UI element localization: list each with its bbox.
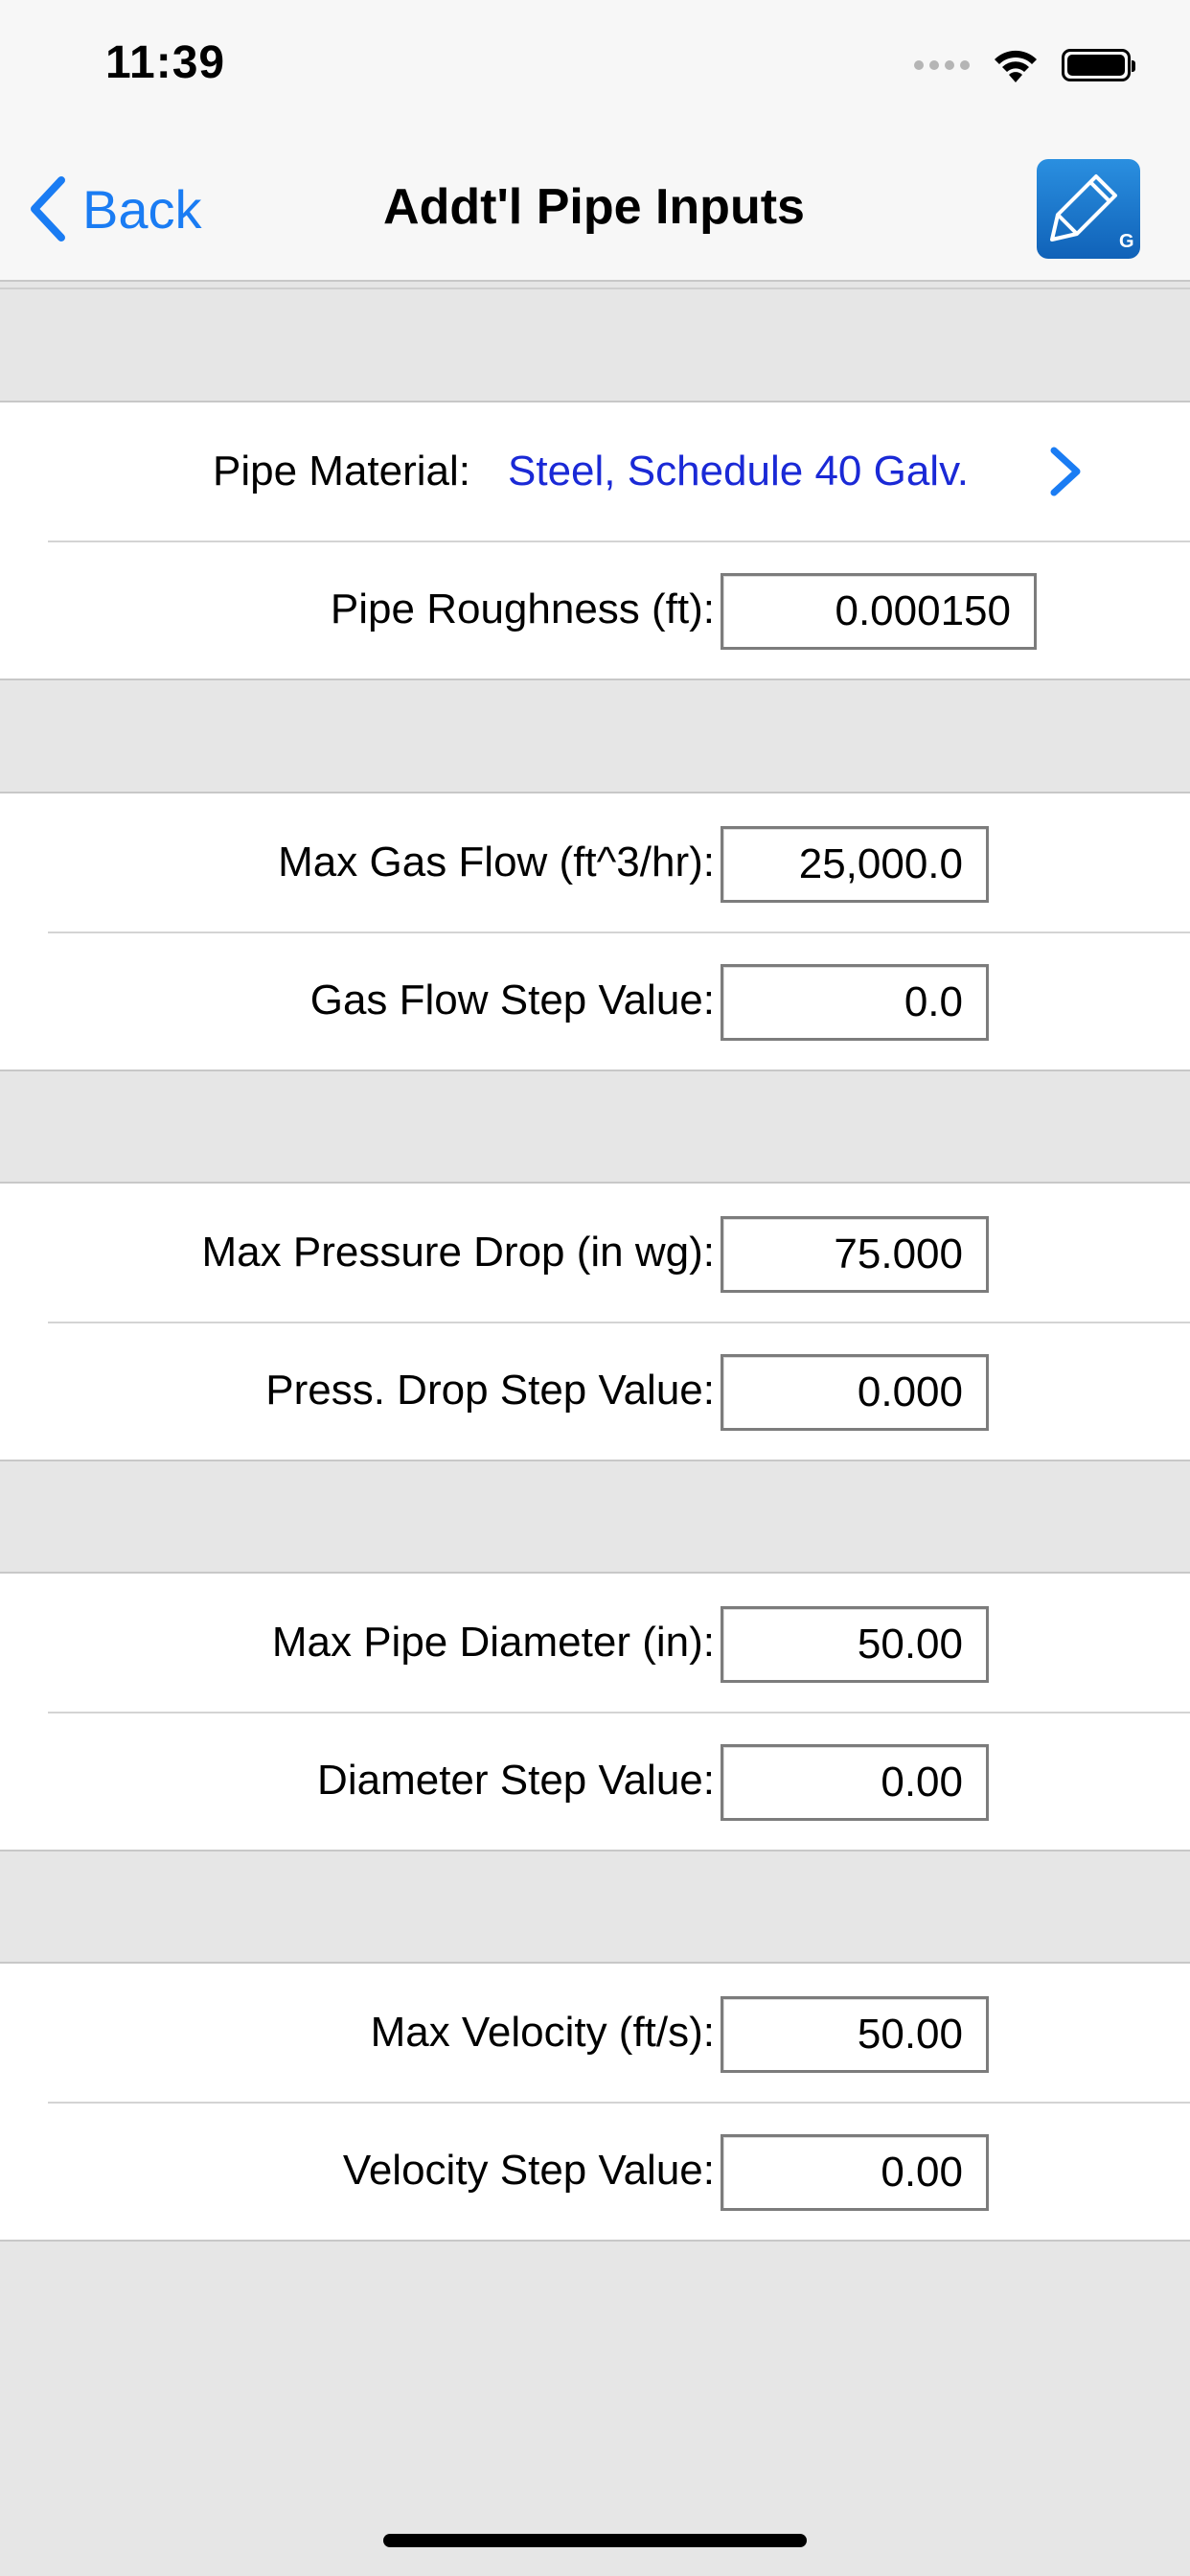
max-gas-flow-row: Max Gas Flow (ft^3/hr):	[0, 794, 1190, 932]
pressure-drop-step-input[interactable]	[721, 1354, 989, 1431]
max-gas-flow-label: Max Gas Flow (ft^3/hr):	[278, 839, 715, 886]
gas-flow-section: Max Gas Flow (ft^3/hr): Gas Flow Step Va…	[0, 792, 1190, 1071]
max-pressure-drop-label: Max Pressure Drop (in wg):	[201, 1229, 715, 1276]
page-title: Addt'l Pipe Inputs	[0, 178, 1190, 236]
velocity-step-row: Velocity Step Value:	[0, 2102, 1190, 2240]
wifi-icon	[995, 50, 1037, 82]
pencil-icon: G	[1050, 174, 1134, 252]
pipe-roughness-label: Pipe Roughness (ft):	[330, 586, 715, 632]
diameter-step-input[interactable]	[721, 1744, 989, 1821]
material-section: Pipe Material: Steel, Schedule 40 Galv. …	[0, 401, 1190, 680]
max-pressure-drop-row: Max Pressure Drop (in wg):	[0, 1184, 1190, 1322]
pipe-roughness-row: Pipe Roughness (ft):	[0, 540, 1190, 678]
gas-flow-step-input[interactable]	[721, 964, 989, 1041]
navigation-bar: 11:39 Back Addt'l Pipe Inputs G	[0, 0, 1190, 282]
pipe-material-value[interactable]: Steel, Schedule 40 Galv.	[508, 402, 969, 540]
max-pipe-diameter-label: Max Pipe Diameter (in):	[271, 1619, 715, 1666]
velocity-section: Max Velocity (ft/s): Velocity Step Value…	[0, 1962, 1190, 2242]
status-icons	[914, 44, 1135, 86]
max-velocity-input[interactable]	[721, 1996, 989, 2073]
gas-flow-step-label: Gas Flow Step Value:	[309, 977, 715, 1024]
velocity-step-input[interactable]	[721, 2134, 989, 2211]
pressure-drop-step-label: Press. Drop Step Value:	[265, 1367, 715, 1414]
max-pressure-drop-input[interactable]	[721, 1216, 989, 1293]
cellular-signal-icon	[914, 60, 970, 70]
header-divider	[0, 288, 1190, 289]
page-title-text: Addt'l Pipe Inputs	[383, 179, 805, 235]
pipe-material-row[interactable]: Pipe Material: Steel, Schedule 40 Galv.	[0, 402, 1190, 540]
status-time: 11:39	[105, 37, 226, 88]
home-indicator[interactable]	[383, 2534, 807, 2547]
diameter-step-label: Diameter Step Value:	[317, 1757, 715, 1804]
app-action-button[interactable]: G	[1037, 159, 1140, 259]
max-gas-flow-input[interactable]	[721, 826, 989, 903]
pipe-material-label: Pipe Material:	[213, 448, 471, 494]
diameter-step-row: Diameter Step Value:	[0, 1712, 1190, 1850]
max-pipe-diameter-input[interactable]	[721, 1606, 989, 1683]
max-pipe-diameter-row: Max Pipe Diameter (in):	[0, 1574, 1190, 1712]
battery-icon	[1062, 49, 1135, 81]
gas-flow-step-row: Gas Flow Step Value:	[0, 932, 1190, 1070]
diameter-section: Max Pipe Diameter (in): Diameter Step Va…	[0, 1572, 1190, 1852]
pressure-drop-section: Max Pressure Drop (in wg): Press. Drop S…	[0, 1182, 1190, 1461]
max-velocity-row: Max Velocity (ft/s):	[0, 1964, 1190, 2102]
pressure-drop-step-row: Press. Drop Step Value:	[0, 1322, 1190, 1460]
chevron-right-icon[interactable]	[1042, 445, 1088, 498]
pipe-roughness-input[interactable]	[721, 573, 1037, 650]
app-icon-letter: G	[1119, 231, 1134, 252]
max-velocity-label: Max Velocity (ft/s):	[370, 2009, 715, 2056]
velocity-step-label: Velocity Step Value:	[342, 2147, 715, 2194]
